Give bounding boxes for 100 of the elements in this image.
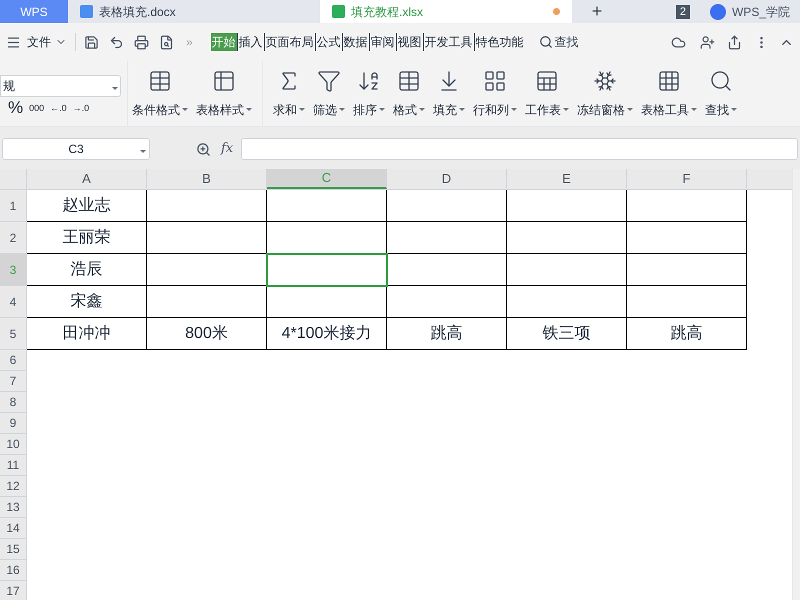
row-header[interactable]: 1 <box>0 190 27 222</box>
print-icon[interactable] <box>134 34 149 50</box>
new-tab-button[interactable]: + <box>572 0 622 23</box>
row-header[interactable]: 15 <box>0 539 27 560</box>
ribbon-tool[interactable]: 行和列 <box>469 61 521 126</box>
ribbon-tool[interactable]: 冻结窗格 <box>573 61 637 126</box>
function-label[interactable]: fx <box>221 139 234 159</box>
table-cell[interactable] <box>627 222 747 254</box>
file-menu[interactable]: 文件 <box>27 33 67 51</box>
table-cell[interactable] <box>387 222 507 254</box>
table-cell[interactable] <box>627 190 747 222</box>
ribbon-tab[interactable]: 开发工具 <box>422 33 474 51</box>
row-header[interactable]: 14 <box>0 518 27 539</box>
save-icon[interactable] <box>84 34 99 50</box>
table-cell[interactable] <box>267 190 387 222</box>
name-box[interactable]: C3 <box>2 138 150 160</box>
account-name[interactable]: WPS_学院 <box>732 2 790 20</box>
table-cell[interactable]: 跳高 <box>627 318 747 350</box>
search-icon <box>538 35 553 49</box>
ribbon-tool[interactable]: 格式 <box>389 61 429 126</box>
table-cell[interactable] <box>627 254 747 286</box>
table-cell[interactable]: 4*100米接力 <box>267 318 387 350</box>
table-cell[interactable] <box>147 222 267 254</box>
column-header[interactable]: D <box>387 169 507 189</box>
table-cell[interactable] <box>507 222 627 254</box>
column-header[interactable]: E <box>507 169 627 189</box>
table-cell[interactable] <box>147 286 267 318</box>
column-header[interactable]: F <box>627 169 747 189</box>
row-header[interactable]: 8 <box>0 392 27 413</box>
number-format-button[interactable]: % <box>8 102 24 112</box>
table-cell[interactable] <box>147 190 267 222</box>
ribbon-tool[interactable]: 排序 <box>349 61 389 126</box>
table-grid-icon <box>148 68 172 92</box>
table-cell[interactable]: 赵业志 <box>27 190 147 222</box>
column-header[interactable]: A <box>27 169 147 189</box>
table-grid-icon <box>397 68 421 92</box>
ribbon-tab[interactable]: 数据 <box>342 33 369 51</box>
search-icon <box>709 68 733 92</box>
number-format-button[interactable]: ←.0 <box>50 102 67 112</box>
menu-icon[interactable] <box>6 34 21 50</box>
table-cell[interactable]: 田冲冲 <box>27 318 147 350</box>
table-cell[interactable]: 宋鑫 <box>27 286 147 318</box>
table-cell[interactable] <box>507 254 627 286</box>
number-format-field[interactable]: 规 <box>0 74 121 96</box>
ribbon-tool[interactable]: 表格样式 <box>192 61 256 126</box>
cloud-icon[interactable] <box>671 34 686 50</box>
row-header[interactable]: 7 <box>0 371 27 392</box>
row-header[interactable]: 6 <box>0 350 27 371</box>
undo-icon[interactable] <box>109 34 124 50</box>
table-cell[interactable] <box>267 254 387 286</box>
ribbon-tool[interactable]: 工作表 <box>521 61 573 126</box>
ribbon-tool[interactable]: 条件格式 <box>128 61 192 126</box>
table-cell[interactable] <box>267 286 387 318</box>
table-cell[interactable]: 王丽荣 <box>27 222 147 254</box>
row-header[interactable]: 4 <box>0 286 27 318</box>
row-header[interactable]: 17 <box>0 581 27 600</box>
caret-icon <box>140 150 146 153</box>
table-cell[interactable] <box>387 254 507 286</box>
table-cell[interactable] <box>507 286 627 318</box>
table-cell[interactable] <box>507 190 627 222</box>
ribbon-tab[interactable]: 特色功能 <box>474 33 525 51</box>
share-icon[interactable] <box>727 34 742 50</box>
ribbon-tab[interactable]: 审阅 <box>368 33 396 51</box>
window-count-badge[interactable]: 2 <box>676 4 690 18</box>
table-cell[interactable]: 浩辰 <box>27 254 147 286</box>
table-cell[interactable]: 铁三项 <box>507 318 627 350</box>
row-header[interactable]: 13 <box>0 497 27 518</box>
number-format-button[interactable]: 000 <box>29 102 44 112</box>
row-header[interactable]: 12 <box>0 476 27 497</box>
row-header[interactable]: 11 <box>0 455 27 476</box>
zoom-icon[interactable] <box>196 142 211 156</box>
row-header[interactable]: 10 <box>0 434 27 455</box>
table-cell[interactable]: 800米 <box>147 318 267 350</box>
row-header[interactable]: 2 <box>0 222 27 254</box>
ribbon-tab[interactable]: 插入 <box>236 33 264 51</box>
search-button[interactable]: 查找 <box>538 33 579 51</box>
ribbon-tool[interactable]: 筛选 <box>309 61 349 126</box>
tab-label: 表格填充.docx <box>99 4 176 20</box>
add-user-icon[interactable] <box>700 34 715 50</box>
row-header[interactable]: 16 <box>0 560 27 581</box>
row-header[interactable]: 9 <box>0 413 27 434</box>
filter-icon <box>317 68 341 92</box>
ribbon-tab[interactable]: 视图 <box>396 33 423 51</box>
ribbon-tool[interactable]: 查找 <box>701 61 741 126</box>
ribbon-tool[interactable]: 表格工具 <box>637 61 701 126</box>
caret-icon <box>299 108 305 111</box>
table-cell[interactable] <box>627 286 747 318</box>
ribbon-tab[interactable]: 页面布局 <box>264 33 315 51</box>
row-header[interactable]: 5 <box>0 318 27 350</box>
ribbon-tool[interactable]: 填充 <box>429 61 469 126</box>
ribbon-tool[interactable]: 求和 <box>269 61 309 126</box>
formula-input[interactable] <box>241 138 798 160</box>
vertical-scrollbar[interactable] <box>792 169 800 600</box>
ribbon-tab[interactable]: 公式 <box>314 33 342 51</box>
table-cell[interactable] <box>387 190 507 222</box>
document-tab[interactable]: 填充教程.xlsx <box>320 0 572 23</box>
table-cell[interactable] <box>387 286 507 318</box>
table-cell[interactable]: 跳高 <box>387 318 507 350</box>
preview-icon[interactable] <box>159 34 174 50</box>
number-format-button[interactable]: →.0 <box>72 102 90 112</box>
